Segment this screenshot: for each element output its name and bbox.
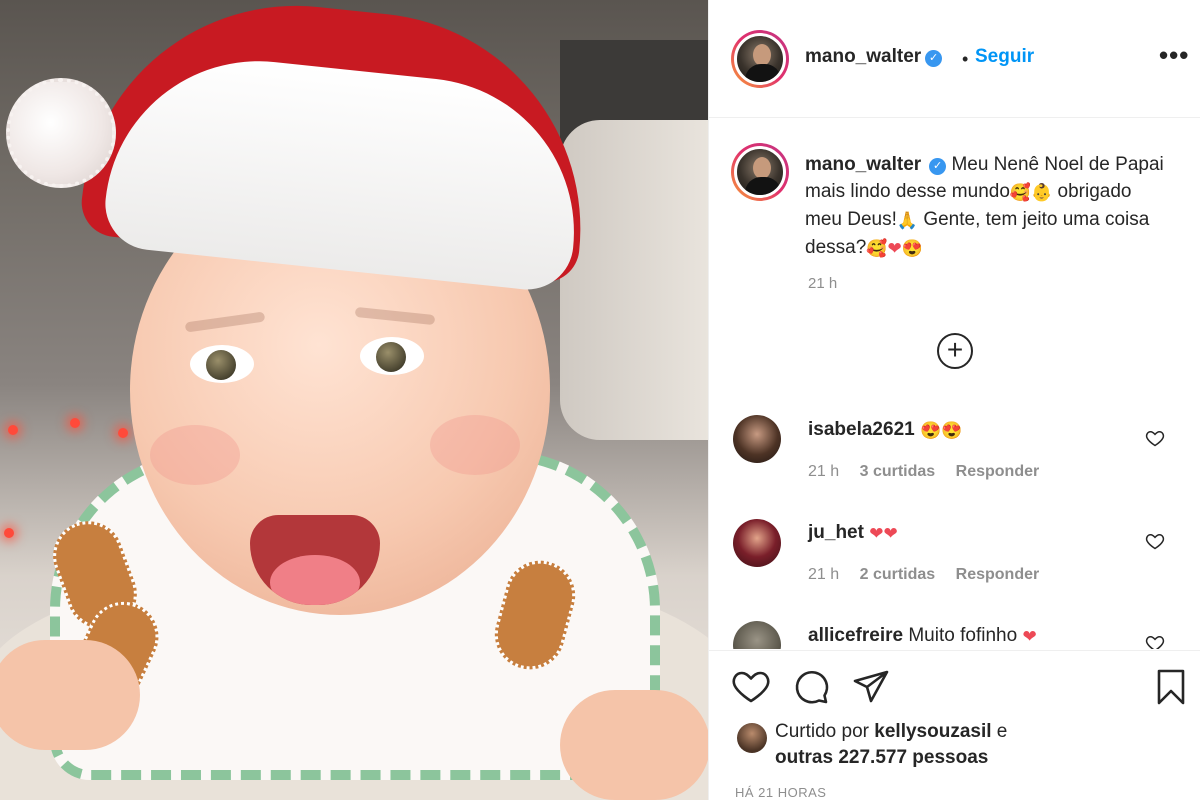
more-options-icon[interactable]: ••• bbox=[1159, 40, 1189, 71]
photo-christmas-light bbox=[118, 428, 128, 438]
liked-by-text: Curtido por kellysouzasil e outras 227.5… bbox=[775, 719, 1135, 771]
comment-avatar[interactable] bbox=[733, 621, 781, 649]
comment-item: isabela2621 😍😍 bbox=[808, 419, 962, 441]
comment-reply-button[interactable]: Responder bbox=[956, 566, 1040, 583]
post-photo[interactable] bbox=[0, 0, 708, 800]
comment-item: ju_het ❤❤ bbox=[808, 522, 898, 544]
author-avatar-image bbox=[734, 33, 786, 85]
smiling-face-hearts-emoji: 🥰 bbox=[866, 239, 888, 258]
baby-cheek bbox=[150, 425, 240, 485]
caption-time[interactable]: 21 h bbox=[808, 275, 837, 292]
load-more-icon[interactable]: + bbox=[937, 333, 973, 369]
baby-brow bbox=[354, 306, 436, 326]
liked-by-others[interactable]: outras 227.577 pessoas bbox=[775, 747, 988, 768]
heart-eyes-emoji: 😍 bbox=[919, 421, 942, 440]
comment-like-icon[interactable] bbox=[1145, 531, 1165, 551]
photo-christmas-light bbox=[70, 418, 80, 428]
comment-likes[interactable]: 3 curtidas bbox=[860, 463, 936, 480]
photo-baby-hand bbox=[0, 640, 140, 750]
avatar-suit bbox=[745, 177, 781, 195]
header-separator: • bbox=[962, 49, 969, 69]
comment-time[interactable]: 21 h bbox=[808, 463, 839, 480]
comment-username[interactable]: allicefreire bbox=[808, 625, 903, 646]
post-side-panel: mano_walter ✓ • Seguir ••• mano_walter ✓ M… bbox=[708, 0, 1200, 800]
verified-badge-icon: ✓ bbox=[925, 50, 943, 67]
comment-meta: 21 h 2 curtidas Responder bbox=[808, 566, 1055, 584]
photo-pillow bbox=[560, 120, 708, 440]
author-avatar[interactable] bbox=[731, 30, 789, 88]
post-header: mano_walter ✓ • Seguir ••• bbox=[709, 0, 1200, 118]
red-heart-emoji: ❤ bbox=[883, 524, 898, 543]
photo-christmas-light bbox=[8, 425, 18, 435]
baby-emoji: 👶 bbox=[1031, 183, 1053, 202]
comment-likes[interactable]: 2 curtidas bbox=[860, 566, 936, 583]
liked-by-conj: e bbox=[996, 721, 1008, 742]
baby-mouth bbox=[250, 515, 380, 605]
like-icon[interactable] bbox=[731, 667, 771, 707]
liked-by-prefix: Curtido por bbox=[775, 721, 869, 742]
heart-eyes-emoji: 😍 bbox=[941, 421, 963, 440]
baby-eye bbox=[360, 337, 424, 375]
caption-author-avatar[interactable] bbox=[731, 143, 789, 201]
comment-reply-button[interactable]: Responder bbox=[956, 463, 1040, 480]
follow-button[interactable]: Seguir bbox=[975, 46, 1034, 68]
baby-cheek bbox=[430, 415, 520, 475]
comment-avatar[interactable] bbox=[733, 415, 781, 463]
comment-avatar[interactable] bbox=[733, 519, 781, 567]
post-actions: Curtido por kellysouzasil e outras 227.5… bbox=[709, 650, 1200, 800]
heart-eyes-emoji: 😍 bbox=[901, 239, 923, 258]
liked-by-user[interactable]: kellysouzasil bbox=[874, 721, 991, 742]
avatar-face bbox=[753, 157, 771, 179]
liked-by-avatar[interactable] bbox=[737, 723, 767, 753]
save-icon[interactable] bbox=[1151, 667, 1191, 707]
comment-like-icon[interactable] bbox=[1145, 428, 1165, 448]
comment-meta: 21 h 3 curtidas Responder bbox=[808, 463, 1055, 481]
comment-like-icon[interactable] bbox=[1145, 633, 1165, 649]
share-icon[interactable] bbox=[851, 667, 891, 707]
smiling-face-hearts-emoji: 🥰 bbox=[1009, 183, 1032, 202]
baby-eye bbox=[190, 345, 254, 383]
red-heart-emoji: ❤ bbox=[869, 524, 884, 543]
caption-author-avatar-image bbox=[734, 146, 786, 198]
comment-username[interactable]: isabela2621 bbox=[808, 419, 915, 440]
photo-christmas-light bbox=[4, 528, 14, 538]
red-heart-emoji: ❤ bbox=[887, 239, 902, 258]
header-username[interactable]: mano_walter bbox=[805, 46, 921, 67]
comment-time[interactable]: 21 h bbox=[808, 566, 839, 583]
photo-santa-hat-pompom bbox=[6, 78, 116, 188]
praying-hands-emoji: 🙏 bbox=[896, 211, 919, 230]
photo-baby-hand bbox=[560, 690, 708, 800]
comment-item: allicefreire Muito fofinho ❤ bbox=[808, 625, 1037, 647]
avatar-suit bbox=[745, 64, 781, 82]
baby-brow bbox=[184, 311, 266, 333]
header-username-group: mano_walter ✓ bbox=[805, 46, 943, 68]
verified-badge-icon: ✓ bbox=[929, 158, 947, 175]
comments-section[interactable]: mano_walter ✓ Meu Nenê Noel de Papai mais… bbox=[709, 119, 1200, 649]
comment-icon[interactable] bbox=[791, 667, 831, 707]
caption-username[interactable]: mano_walter bbox=[805, 154, 921, 175]
red-heart-emoji: ❤ bbox=[1022, 627, 1037, 646]
post-caption: mano_walter ✓ Meu Nenê Noel de Papai mais… bbox=[805, 151, 1165, 262]
comment-username[interactable]: ju_het bbox=[808, 522, 864, 543]
post-age[interactable]: HÁ 21 HORAS bbox=[735, 785, 826, 800]
comment-text: Muito fofinho bbox=[908, 625, 1018, 646]
avatar-face bbox=[753, 44, 771, 66]
